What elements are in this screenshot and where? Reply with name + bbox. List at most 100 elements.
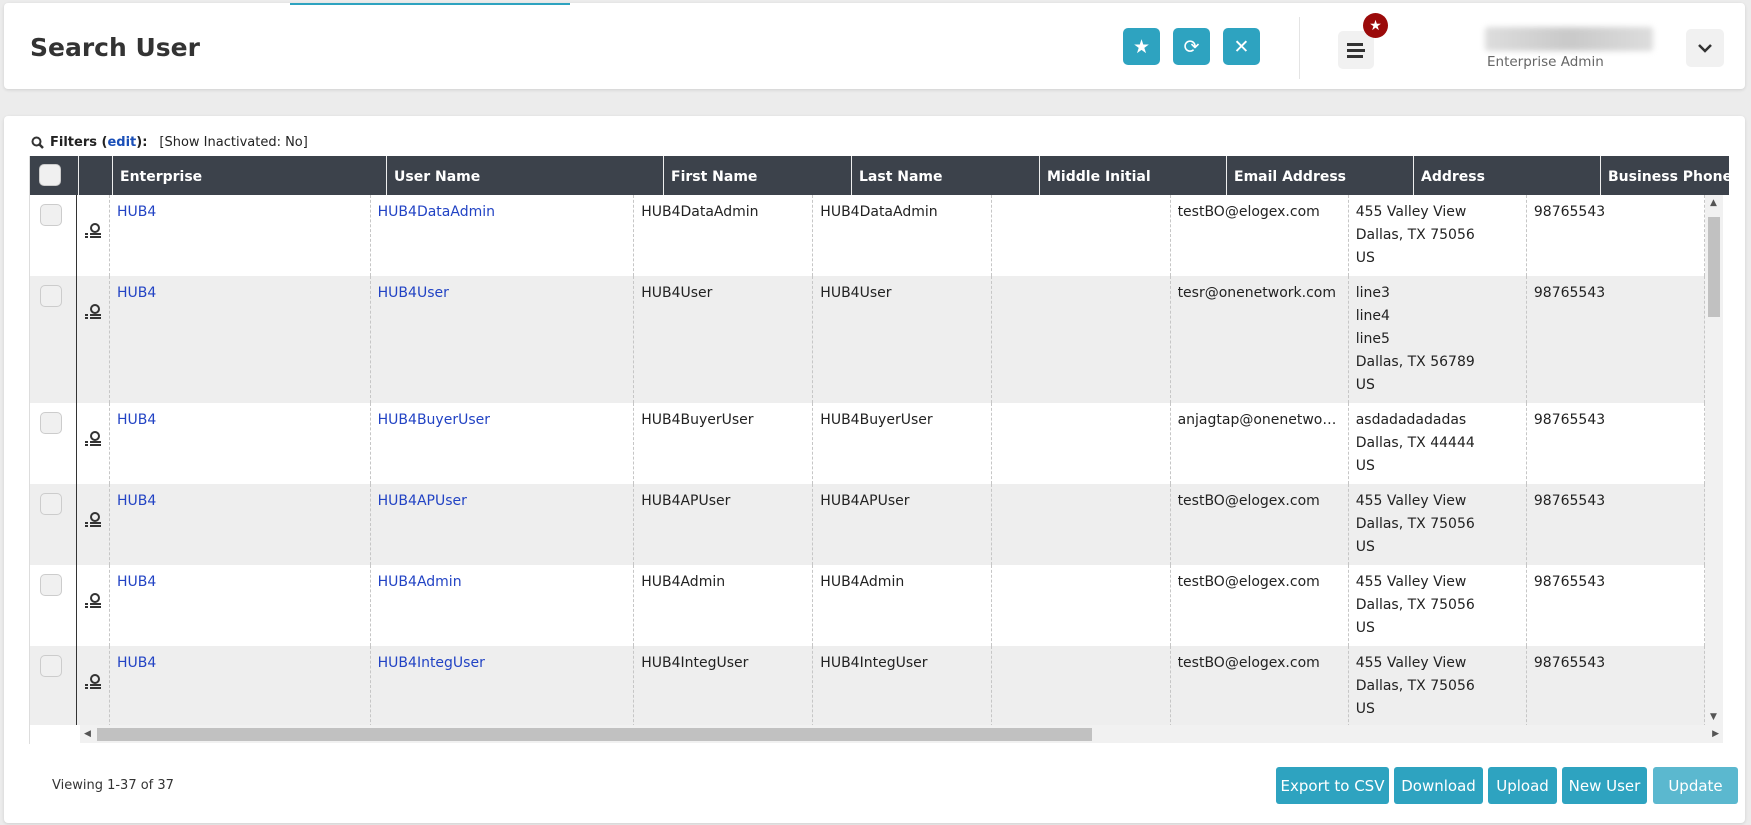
vertical-scrollbar[interactable]: ▲ ▼ [1705, 195, 1723, 725]
row-checkbox[interactable] [40, 412, 62, 434]
user-menu-button[interactable] [1686, 29, 1724, 67]
address-line: Dallas, TX 75056 [1355, 678, 1475, 694]
close-button[interactable]: ✕ [1223, 28, 1260, 65]
cell-middle-initial [992, 403, 1171, 484]
table-row[interactable]: HUB4 HUB4IntegUser HUB4IntegUser HUB4IntegU… [30, 646, 1705, 725]
column-header-address[interactable]: Address [1414, 156, 1601, 195]
cell-business-phone: 98765543 [1527, 403, 1705, 484]
active-tab-indicator [290, 3, 570, 5]
upload-button[interactable]: Upload [1488, 767, 1557, 804]
cell-address: 455 Valley View Dallas, TX 75056 US [1349, 484, 1527, 565]
table-header: Enterprise User Name First Name Last Name Mi… [30, 156, 1729, 195]
table-row[interactable]: HUB4 HUB4BuyerUser HUB4BuyerUser HUB4BuyerU… [30, 403, 1705, 484]
page-header: Search User ★ ⟳ ✕ ★ Enterprise Admin [4, 3, 1745, 89]
user-name-link[interactable]: HUB4DataAdmin [378, 204, 495, 220]
new-user-button[interactable]: New User [1562, 767, 1647, 804]
user-name-link[interactable]: HUB4APUser [378, 493, 467, 509]
address-line: Dallas, TX 56789 [1355, 354, 1475, 370]
cell-enterprise: HUB4 [110, 646, 371, 725]
table-row[interactable]: HUB4 HUB4APUser HUB4APUser HUB4APUser testBO… [30, 484, 1705, 565]
enterprise-link[interactable]: HUB4 [117, 285, 156, 301]
row-checkbox[interactable] [40, 285, 62, 307]
cell-address: asdadadadadas Dallas, TX 44444 US [1349, 403, 1527, 484]
vertical-scroll-thumb[interactable] [1708, 217, 1720, 317]
cell-email-address: anjagtap@onenetwork.c... [1171, 403, 1349, 484]
address-line: US [1355, 539, 1375, 555]
address-line: US [1355, 377, 1375, 393]
address-line: 455 Valley View [1355, 655, 1467, 671]
update-button[interactable]: Update [1653, 767, 1738, 804]
column-header-last-name[interactable]: Last Name [852, 156, 1040, 195]
user-details-icon[interactable] [84, 304, 101, 320]
address-line: US [1355, 458, 1375, 474]
user-details-icon[interactable] [84, 674, 101, 690]
menu-button[interactable] [1338, 31, 1374, 69]
row-checkbox[interactable] [40, 493, 62, 515]
address-line: 455 Valley View [1355, 574, 1467, 590]
enterprise-link[interactable]: HUB4 [117, 493, 156, 509]
cell-last-name: HUB4BuyerUser [813, 403, 993, 484]
user-details-icon[interactable] [84, 431, 101, 447]
cell-email-address: testBO@elogex.com [1171, 195, 1349, 276]
cell-email-address: testBO@elogex.com [1171, 565, 1349, 646]
row-checkbox[interactable] [40, 655, 62, 677]
page-title: Search User [30, 33, 200, 62]
download-button[interactable]: Download [1394, 767, 1483, 804]
user-name-link[interactable]: HUB4BuyerUser [378, 412, 490, 428]
horizontal-scrollbar[interactable]: ◀ ▶ [80, 725, 1723, 743]
address-line: US [1355, 701, 1375, 717]
column-header-first-name[interactable]: First Name [664, 156, 852, 195]
column-header-business-phone[interactable]: Business Phone [1601, 156, 1729, 195]
cell-first-name: HUB4Admin [634, 565, 814, 646]
cell-user-name: HUB4IntegUser [371, 646, 635, 725]
filters-bar: Filters (edit): [Show Inactivated: No] [31, 135, 308, 150]
cell-last-name: HUB4IntegUser [813, 646, 993, 725]
user-details-icon[interactable] [84, 593, 101, 609]
user-details-icon[interactable] [84, 223, 101, 239]
column-header-icon[interactable] [79, 156, 113, 195]
column-header-enterprise[interactable]: Enterprise [113, 156, 387, 195]
filters-summary: [Show Inactivated: No] [159, 135, 308, 150]
cell-enterprise: HUB4 [110, 484, 371, 565]
cell-email-address: testBO@elogex.com [1171, 646, 1349, 725]
table-row[interactable]: HUB4 HUB4DataAdmin HUB4DataAdmin HUB4DataAd… [30, 195, 1705, 276]
select-all-checkbox[interactable] [39, 164, 61, 186]
star-icon: ★ [1369, 17, 1382, 34]
enterprise-link[interactable]: HUB4 [117, 655, 156, 671]
table-row[interactable]: HUB4 HUB4Admin HUB4Admin HUB4Admin testBO@el… [30, 565, 1705, 646]
enterprise-link[interactable]: HUB4 [117, 412, 156, 428]
enterprise-link[interactable]: HUB4 [117, 574, 156, 590]
horizontal-scroll-thumb[interactable] [97, 728, 1092, 741]
cell-last-name: HUB4DataAdmin [813, 195, 993, 276]
user-name-link[interactable]: HUB4User [378, 285, 449, 301]
cell-last-name: HUB4Admin [813, 565, 993, 646]
cell-business-phone: 98765543 [1527, 646, 1705, 725]
favorite-button[interactable]: ★ [1123, 28, 1160, 65]
row-select-cell [30, 403, 77, 484]
filters-edit-link[interactable]: edit [107, 135, 136, 150]
column-header-email-address[interactable]: Email Address [1227, 156, 1414, 195]
row-checkbox[interactable] [40, 204, 62, 226]
user-name-link[interactable]: HUB4IntegUser [378, 655, 485, 671]
column-header-select-all[interactable] [30, 156, 79, 195]
export-csv-button[interactable]: Export to CSV [1276, 767, 1389, 804]
user-details-icon[interactable] [84, 512, 101, 528]
filters-label: Filters ( [50, 135, 108, 150]
notification-badge[interactable]: ★ [1363, 13, 1388, 38]
refresh-button[interactable]: ⟳ [1173, 28, 1210, 65]
cell-business-phone: 98765543 [1527, 195, 1705, 276]
address-line: US [1355, 620, 1375, 636]
column-header-middle-initial[interactable]: Middle Initial [1040, 156, 1227, 195]
filters-label-end: ): [136, 135, 148, 150]
row-checkbox[interactable] [40, 574, 62, 596]
cell-user-name: HUB4DataAdmin [371, 195, 635, 276]
column-header-user-name[interactable]: User Name [387, 156, 664, 195]
user-name-link[interactable]: HUB4Admin [378, 574, 462, 590]
cell-address: 455 Valley View Dallas, TX 75056 US [1349, 195, 1527, 276]
cell-middle-initial [992, 195, 1171, 276]
table-row[interactable]: HUB4 HUB4User HUB4User HUB4User tesr@onenetw… [30, 276, 1705, 403]
address-line: line5 [1355, 331, 1390, 347]
cell-first-name: HUB4APUser [634, 484, 814, 565]
enterprise-link[interactable]: HUB4 [117, 204, 156, 220]
cell-last-name: HUB4User [813, 276, 993, 403]
